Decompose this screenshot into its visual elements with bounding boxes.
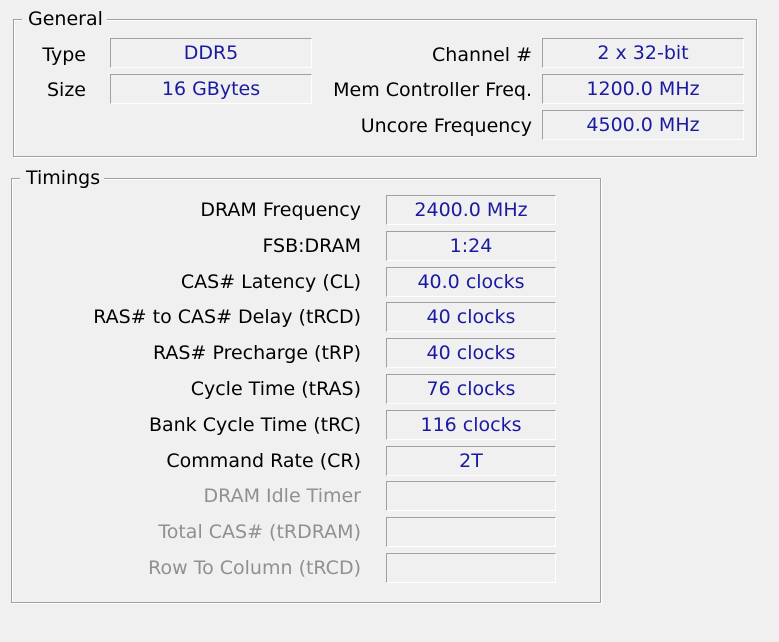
- timing-label: Bank Cycle Time (tRC): [148, 414, 361, 436]
- timing-value: 40 clocks: [386, 302, 556, 332]
- timing-value: [386, 481, 556, 511]
- timing-label: Cycle Time (tRAS): [190, 378, 361, 400]
- timing-value: 40.0 clocks: [386, 267, 556, 297]
- timing-value: 40 clocks: [386, 338, 556, 368]
- timing-label: FSB:DRAM: [262, 235, 361, 257]
- timing-value: [386, 517, 556, 547]
- memory-tab-panel: General Type DDR5 Size 16 GBytes Channel…: [0, 0, 779, 642]
- general-legend: General: [22, 8, 107, 30]
- timing-label: Total CAS# (tRDRAM): [158, 521, 361, 543]
- timing-label: RAS# to CAS# Delay (tRCD): [93, 306, 361, 328]
- timing-value: 2400.0 MHz: [386, 195, 556, 225]
- mem-controller-freq-label: Mem Controller Freq.: [333, 79, 532, 101]
- uncore-frequency-value: 4500.0 MHz: [542, 110, 744, 140]
- timing-label: DRAM Frequency: [200, 199, 361, 221]
- size-label: Size: [46, 79, 86, 101]
- timing-label: CAS# Latency (CL): [180, 271, 361, 293]
- channel-value: 2 x 32-bit: [542, 38, 744, 68]
- timing-value: 76 clocks: [386, 374, 556, 404]
- timing-label: Command Rate (CR): [166, 450, 361, 472]
- timing-label: RAS# Precharge (tRP): [153, 342, 361, 364]
- mem-controller-freq-value: 1200.0 MHz: [542, 74, 744, 104]
- timings-legend: Timings: [20, 167, 105, 189]
- timing-label: Row To Column (tRCD): [148, 557, 361, 579]
- channel-label: Channel #: [432, 44, 532, 66]
- timing-value: 2T: [386, 446, 556, 476]
- timing-value: 1:24: [386, 231, 556, 261]
- type-label: Type: [42, 44, 86, 66]
- timing-label: DRAM Idle Timer: [203, 485, 361, 507]
- timing-value: 116 clocks: [386, 410, 556, 440]
- timing-value: [386, 553, 556, 583]
- size-value: 16 GBytes: [110, 74, 312, 104]
- type-value: DDR5: [110, 38, 312, 68]
- uncore-frequency-label: Uncore Frequency: [360, 115, 532, 137]
